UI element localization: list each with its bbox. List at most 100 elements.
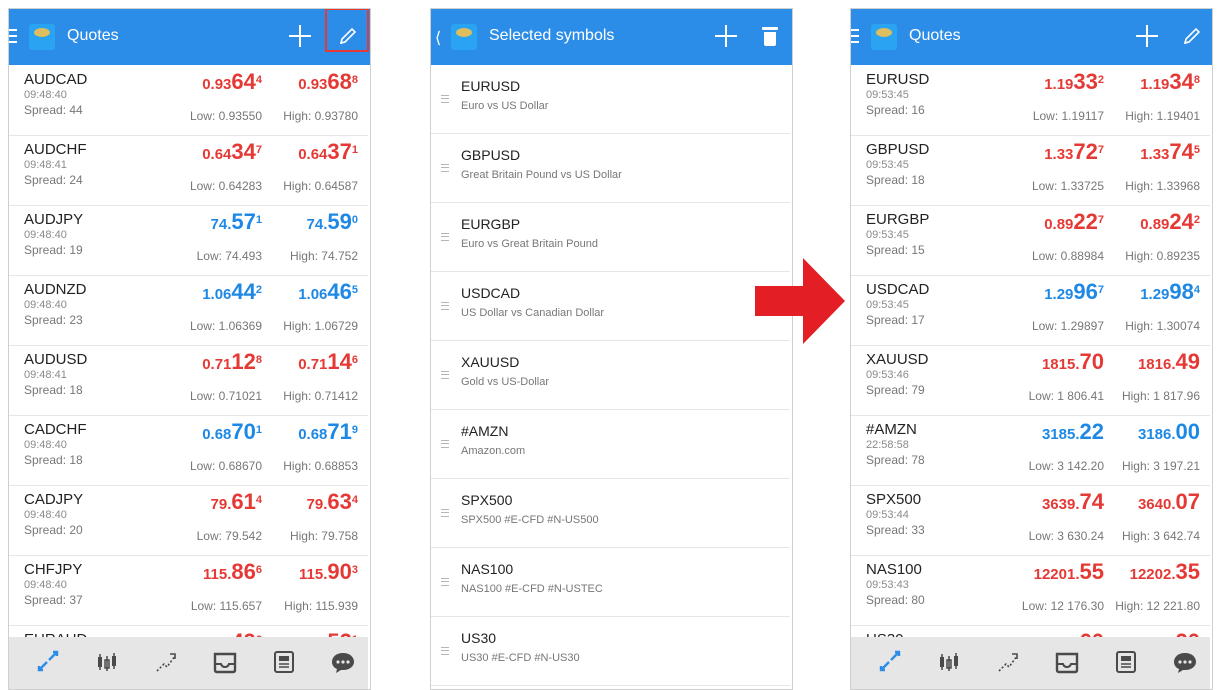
ask-price: 3186.00 — [1138, 421, 1200, 446]
price-fraction: 1 — [255, 214, 262, 226]
price-pips: 61 — [231, 489, 256, 514]
ask-price: 12202.35 — [1130, 561, 1200, 586]
chat-nav-icon[interactable] — [329, 648, 357, 676]
bid-price: 79.614 — [211, 491, 262, 516]
spread-value: Spread: 37 — [24, 593, 83, 607]
price-pips: 24 — [1169, 209, 1194, 234]
symbol-name: AUDCAD — [24, 71, 88, 88]
quote-row[interactable]: SPX500 09:53:44 Spread: 33 3639.74 3640.07 Lo… — [851, 485, 1210, 556]
price-pips: 46 — [327, 279, 352, 304]
quote-row[interactable]: NAS100 09:53:43 Spread: 80 12201.55 12202.35… — [851, 555, 1210, 626]
edit-pencil-icon[interactable] — [1181, 25, 1203, 47]
low-price: Low: 3 142.20 — [1028, 459, 1104, 473]
high-price: High: 3 197.21 — [1121, 459, 1200, 473]
drag-handle-icon[interactable] — [441, 578, 449, 586]
bid-price: 1815.70 — [1042, 351, 1104, 376]
price-prefix: 0.64 — [298, 146, 328, 163]
ask-price: 74.590 — [307, 211, 358, 236]
quote-row[interactable]: XAUUSD 09:53:46 Spread: 79 1815.70 1816.49 Lo… — [851, 345, 1210, 416]
quote-row[interactable]: GBPUSD 09:53:45 Spread: 18 1.33727 1.33745 Lo… — [851, 135, 1210, 206]
drag-handle-icon[interactable] — [441, 371, 449, 379]
spread-value: Spread: 19 — [24, 243, 83, 257]
bid-price: 1.19332 — [1044, 71, 1104, 96]
selected-symbol-row[interactable]: #AMZN Amazon.com — [431, 410, 790, 479]
trade-nav-icon[interactable] — [152, 648, 180, 676]
spread-value: Spread: 44 — [24, 103, 83, 117]
quotes-nav-icon[interactable] — [34, 648, 62, 676]
selected-symbol-row[interactable]: EURGBP Euro vs Great Britain Pound — [431, 203, 790, 272]
selected-symbol-row[interactable]: US30 US30 #E-CFD #N-US30 — [431, 617, 790, 686]
ask-price: 1.06465 — [298, 281, 358, 306]
quote-time: 09:53:45 — [866, 299, 909, 311]
quote-row[interactable]: AUDCAD 09:48:40 Spread: 44 0.93644 0.93688 Lo… — [9, 65, 368, 136]
ask-price: 0.93688 — [298, 71, 358, 96]
symbol-description: Euro vs Great Britain Pound — [461, 238, 598, 250]
symbol-name: CADJPY — [24, 491, 84, 508]
symbol-name: #AMZN — [461, 423, 509, 439]
drag-handle-icon[interactable] — [441, 509, 449, 517]
price-pips: 34 — [1169, 69, 1194, 94]
trade-nav-icon[interactable] — [994, 648, 1022, 676]
high-price: High: 12 221.80 — [1115, 599, 1200, 613]
symbol-name: SPX500 — [461, 492, 513, 508]
quote-row[interactable]: CADCHF 09:48:40 Spread: 18 0.68701 0.68719 Lo… — [9, 415, 368, 486]
symbol-name: #AMZN — [866, 421, 917, 438]
drag-handle-icon[interactable] — [441, 440, 449, 448]
selected-symbol-row[interactable]: SPX500 SPX500 #E-CFD #N-US500 — [431, 479, 790, 548]
quote-row[interactable]: AUDJPY 09:48:40 Spread: 19 74.571 74.590 Low:… — [9, 205, 368, 276]
drag-handle-icon[interactable] — [441, 233, 449, 241]
price-pips: 33 — [1073, 69, 1098, 94]
menu-icon[interactable] — [851, 29, 859, 43]
add-symbol-button[interactable] — [1134, 23, 1160, 49]
spread-value: Spread: 16 — [866, 103, 925, 117]
back-arrow-icon[interactable]: ⟨ — [435, 28, 441, 48]
price-pips: 98 — [1169, 279, 1194, 304]
symbol-name: USDCAD — [461, 285, 521, 301]
price-prefix: 0.89 — [1044, 216, 1074, 233]
chart-nav-icon[interactable] — [93, 648, 121, 676]
price-fraction: 5 — [351, 284, 358, 296]
history-nav-icon[interactable] — [1053, 648, 1081, 676]
symbol-name: AUDJPY — [24, 211, 84, 228]
quote-row[interactable]: AUDNZD 09:48:40 Spread: 23 1.06442 1.06465 Lo… — [9, 275, 368, 346]
high-price: High: 0.64587 — [283, 179, 358, 193]
add-symbol-button[interactable] — [713, 23, 739, 49]
chat-nav-icon[interactable] — [1171, 648, 1199, 676]
drag-handle-icon[interactable] — [441, 302, 449, 310]
selected-symbol-row[interactable]: USDCAD US Dollar vs Canadian Dollar — [431, 272, 790, 341]
bid-price: 0.93644 — [202, 71, 262, 96]
quote-row[interactable]: CADJPY 09:48:40 Spread: 20 79.614 79.634 Low:… — [9, 485, 368, 556]
trash-icon[interactable] — [762, 27, 778, 47]
selected-symbol-row[interactable]: NAS100 NAS100 #E-CFD #N-USTEC — [431, 548, 790, 617]
selected-symbol-row[interactable]: GBPUSD Great Britain Pound vs US Dollar — [431, 134, 790, 203]
add-symbol-button[interactable] — [287, 23, 313, 49]
quote-row[interactable]: #AMZN 22:58:58 Spread: 78 3185.22 3186.00 Low… — [851, 415, 1210, 486]
price-prefix: 0.71 — [202, 356, 232, 373]
price-pips: 22 — [1073, 209, 1098, 234]
quote-row[interactable]: CHFJPY 09:48:40 Spread: 37 115.866 115.903 Lo… — [9, 555, 368, 626]
menu-icon[interactable] — [9, 29, 17, 43]
quote-row[interactable]: EURUSD 09:53:45 Spread: 16 1.19332 1.19348 Lo… — [851, 65, 1210, 136]
spread-value: Spread: 79 — [866, 383, 925, 397]
drag-handle-icon[interactable] — [441, 95, 449, 103]
quote-row[interactable]: AUDUSD 09:48:41 Spread: 18 0.71128 0.71146 Lo… — [9, 345, 368, 416]
symbol-name: XAUUSD — [461, 354, 520, 370]
news-nav-icon[interactable] — [270, 648, 298, 676]
price-prefix: 3186. — [1137, 426, 1176, 443]
selected-symbol-row[interactable]: XAUUSD Gold vs US-Dollar — [431, 341, 790, 410]
spread-value: Spread: 24 — [24, 173, 83, 187]
quote-row[interactable]: EURGBP 09:53:45 Spread: 15 0.89227 0.89242 Lo… — [851, 205, 1210, 276]
price-pips: 90 — [327, 559, 352, 584]
quote-row[interactable]: AUDCHF 09:48:41 Spread: 24 0.64347 0.64371 Lo… — [9, 135, 368, 206]
news-nav-icon[interactable] — [1112, 648, 1140, 676]
quotes-nav-icon[interactable] — [876, 648, 904, 676]
selected-symbol-row[interactable]: EURUSD Euro vs US Dollar — [431, 65, 790, 134]
drag-handle-icon[interactable] — [441, 164, 449, 172]
quote-row[interactable]: USDCAD 09:53:45 Spread: 17 1.29967 1.29984 Lo… — [851, 275, 1210, 346]
high-price: High: 74.752 — [289, 249, 358, 263]
price-pips: 57 — [231, 209, 256, 234]
history-nav-icon[interactable] — [211, 648, 239, 676]
chart-nav-icon[interactable] — [935, 648, 963, 676]
high-price: High: 1.30074 — [1125, 319, 1200, 333]
drag-handle-icon[interactable] — [441, 647, 449, 655]
